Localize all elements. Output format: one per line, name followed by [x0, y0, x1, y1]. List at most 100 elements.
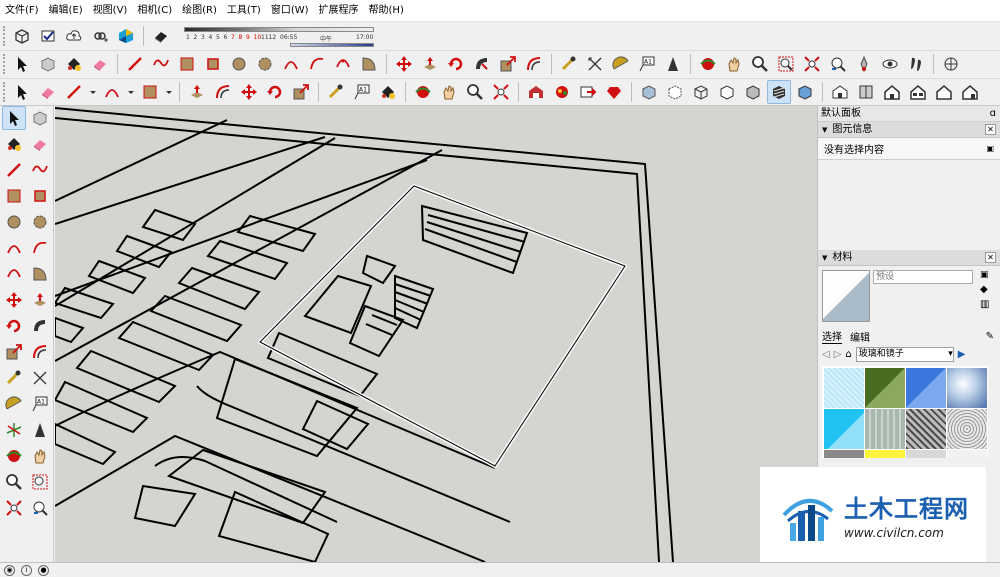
month-bar[interactable] [184, 27, 374, 32]
close-icon[interactable]: ✕ [985, 252, 996, 263]
front-view-icon[interactable] [880, 80, 904, 104]
pie-icon[interactable] [28, 262, 52, 286]
back-arrow-icon[interactable]: ◁ [822, 349, 830, 360]
rotated-rectangle-icon[interactable] [201, 52, 225, 76]
pan-icon[interactable] [437, 80, 461, 104]
extension-warehouse-icon[interactable] [88, 24, 112, 48]
text-icon[interactable]: A1 [350, 80, 374, 104]
left-view-icon[interactable] [958, 80, 982, 104]
look-around-icon[interactable] [878, 52, 902, 76]
sample-paint-icon[interactable]: ✎ [986, 331, 994, 342]
material-swatch[interactable] [824, 450, 864, 458]
chevron-down-icon[interactable] [164, 80, 174, 104]
ruby-console-icon[interactable] [602, 80, 626, 104]
create-material-icon[interactable]: ▥ [980, 299, 989, 310]
3d-text-icon[interactable] [28, 418, 52, 442]
toolbar-grip[interactable] [3, 26, 6, 46]
monochrome-style-icon[interactable] [793, 80, 817, 104]
arc-icon[interactable] [100, 80, 124, 104]
dimension-icon[interactable] [28, 366, 52, 390]
offset-icon[interactable] [28, 340, 52, 364]
freehand-icon[interactable] [149, 52, 173, 76]
select-icon[interactable] [10, 52, 34, 76]
circle-icon[interactable] [227, 52, 251, 76]
cloud-upload-icon[interactable] [62, 24, 86, 48]
rotate-icon[interactable] [444, 52, 468, 76]
three-point-arc-icon[interactable] [2, 262, 26, 286]
menu-view[interactable]: 视图(V) [88, 0, 133, 22]
orbit-icon[interactable] [411, 80, 435, 104]
push-pull-icon[interactable] [185, 80, 209, 104]
follow-me-icon[interactable] [470, 52, 494, 76]
back-view-icon[interactable] [932, 80, 956, 104]
tape-measure-icon[interactable] [557, 52, 581, 76]
orbit-icon[interactable] [696, 52, 720, 76]
freehand-icon[interactable] [28, 158, 52, 182]
rotate-icon[interactable] [263, 80, 287, 104]
zoom-extents-icon[interactable] [800, 52, 824, 76]
shadow-settings-slider[interactable]: 1 2 3 4 5 6 7 8 9 10 11 12 06:55 中午 17:00 [180, 23, 380, 49]
entity-info-header[interactable]: ▼ 图元信息 ✕ [818, 122, 1000, 138]
offset-icon[interactable] [211, 80, 235, 104]
tab-select[interactable]: 选择 [822, 328, 842, 344]
make-component-icon[interactable] [28, 106, 52, 130]
menu-tools[interactable]: 工具(T) [222, 0, 266, 22]
zoom-icon[interactable] [463, 80, 487, 104]
paint-bucket-icon[interactable]: ◆ [980, 284, 989, 295]
share-model-icon[interactable] [550, 80, 574, 104]
share-component-icon[interactable] [576, 80, 600, 104]
zoom-icon[interactable] [2, 470, 26, 494]
push-pull-icon[interactable] [418, 52, 442, 76]
components-icon[interactable] [10, 24, 34, 48]
eraser-icon[interactable] [28, 132, 52, 156]
arc-icon[interactable] [2, 236, 26, 260]
shaded-textures-style-icon[interactable] [767, 80, 791, 104]
offset-icon[interactable] [522, 52, 546, 76]
menu-window[interactable]: 窗口(W) [266, 0, 314, 22]
warehouse-icon[interactable] [524, 80, 548, 104]
axes-icon[interactable] [2, 418, 26, 442]
material-swatch[interactable] [824, 409, 864, 449]
paint-bucket-icon[interactable] [62, 52, 86, 76]
zoom-icon[interactable] [748, 52, 772, 76]
make-component-icon[interactable] [36, 52, 60, 76]
chevron-down-icon[interactable] [88, 80, 98, 104]
two-point-arc-icon[interactable] [28, 236, 52, 260]
library-select[interactable]: 玻璃和镜子 ▾ [855, 346, 954, 362]
material-swatch[interactable] [906, 368, 946, 408]
rectangle-icon[interactable] [138, 80, 162, 104]
menu-help[interactable]: 帮助(H) [364, 0, 409, 22]
pie-icon[interactable] [357, 52, 381, 76]
pan-icon[interactable] [28, 444, 52, 468]
previous-view-icon[interactable] [28, 496, 52, 520]
zoom-window-icon[interactable] [774, 52, 798, 76]
orbit-icon[interactable] [2, 444, 26, 468]
toolbar-grip[interactable] [3, 82, 6, 102]
polygon-icon[interactable] [253, 52, 277, 76]
push-pull-icon[interactable] [28, 288, 52, 312]
arc-icon[interactable] [279, 52, 303, 76]
select-icon[interactable] [2, 106, 26, 130]
zoom-extents-icon[interactable] [2, 496, 26, 520]
menu-draw[interactable]: 绘图(R) [177, 0, 222, 22]
follow-me-icon[interactable] [28, 314, 52, 338]
top-view-icon[interactable] [854, 80, 878, 104]
trimble-connect-icon[interactable] [114, 24, 138, 48]
forward-arrow-icon[interactable]: ▷ [834, 349, 842, 360]
menu-extensions[interactable]: 扩展程序 [314, 0, 364, 22]
hidden-line-style-icon[interactable] [715, 80, 739, 104]
rectangle-icon[interactable] [175, 52, 199, 76]
geolocation-icon[interactable]: ◉ [4, 564, 15, 576]
time-bar[interactable] [290, 43, 374, 47]
axes-icon[interactable] [661, 52, 685, 76]
line-icon[interactable] [2, 158, 26, 182]
material-swatch[interactable] [865, 368, 905, 408]
circle-icon[interactable] [2, 210, 26, 234]
dimension-icon[interactable] [583, 52, 607, 76]
display-secondary-icon[interactable]: ▣ [980, 270, 989, 280]
shaded-style-icon[interactable] [741, 80, 765, 104]
line-icon[interactable] [123, 52, 147, 76]
eraser-icon[interactable] [88, 52, 112, 76]
model-viewport[interactable] [55, 106, 817, 562]
text-icon[interactable]: A1 [28, 392, 52, 416]
